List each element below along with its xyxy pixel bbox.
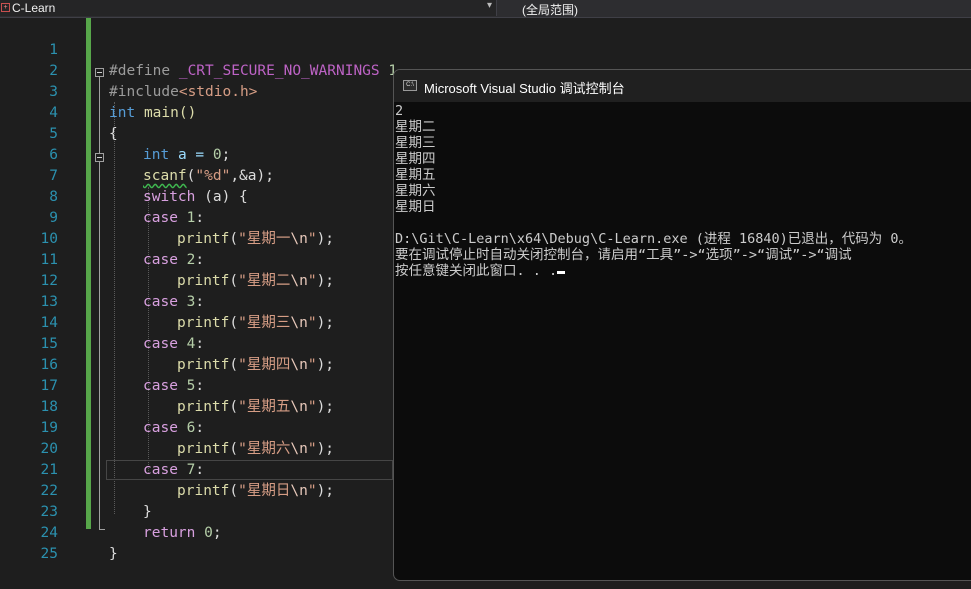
console-line: 星期二 <box>395 119 436 135</box>
project-name: C-Learn <box>12 1 56 15</box>
scope-label: (全局范围) <box>522 3 578 17</box>
project-dropdown[interactable]: + C-Learn ▾ <box>0 0 497 16</box>
console-prompt-line: 按任意键关闭此窗口. . . <box>395 263 971 279</box>
text-cursor <box>557 271 566 274</box>
console-line: 星期日 <box>395 199 436 215</box>
chevron-down-icon[interactable]: ▾ <box>487 0 492 11</box>
console-line: 星期四 <box>395 151 436 167</box>
cpp-project-icon: + <box>1 3 10 12</box>
code-line: 1 #define _CRT_SECURE_NO_WARNINGS 1 <box>0 19 971 79</box>
scope-dropdown[interactable]: (全局范围) <box>502 0 971 17</box>
console-app-icon: C:\ <box>403 80 417 91</box>
debug-console-window[interactable]: C:\ Microsoft Visual Studio 调试控制台 2 星期二 … <box>393 69 971 581</box>
navigation-bar: + C-Learn ▾ (全局范围) <box>0 0 971 18</box>
console-line: 星期五 <box>395 167 436 183</box>
console-line: 要在调试停止时自动关闭控制台，请启用“工具”->“选项”->“调试”->“调试 <box>395 247 852 263</box>
console-line: 2 <box>395 103 404 119</box>
console-output[interactable]: 2 星期二 星期三 星期四 星期五 星期六 星期日 D:\Git\C-Learn… <box>395 103 971 580</box>
console-line: D:\Git\C-Learn\x64\Debug\C-Learn.exe (进程… <box>395 231 913 247</box>
console-prompt-text: 按任意键关闭此窗口. . . <box>395 263 558 279</box>
line-number: 25 <box>40 546 58 562</box>
brace-close: } <box>109 546 118 562</box>
console-title: Microsoft Visual Studio 调试控制台 <box>424 81 625 96</box>
console-line: 星期三 <box>395 135 436 151</box>
code-line: 2 #include<stdio.h> <box>0 40 971 100</box>
console-title-bar[interactable]: C:\ Microsoft Visual Studio 调试控制台 <box>394 70 971 102</box>
console-line: 星期六 <box>395 183 436 199</box>
